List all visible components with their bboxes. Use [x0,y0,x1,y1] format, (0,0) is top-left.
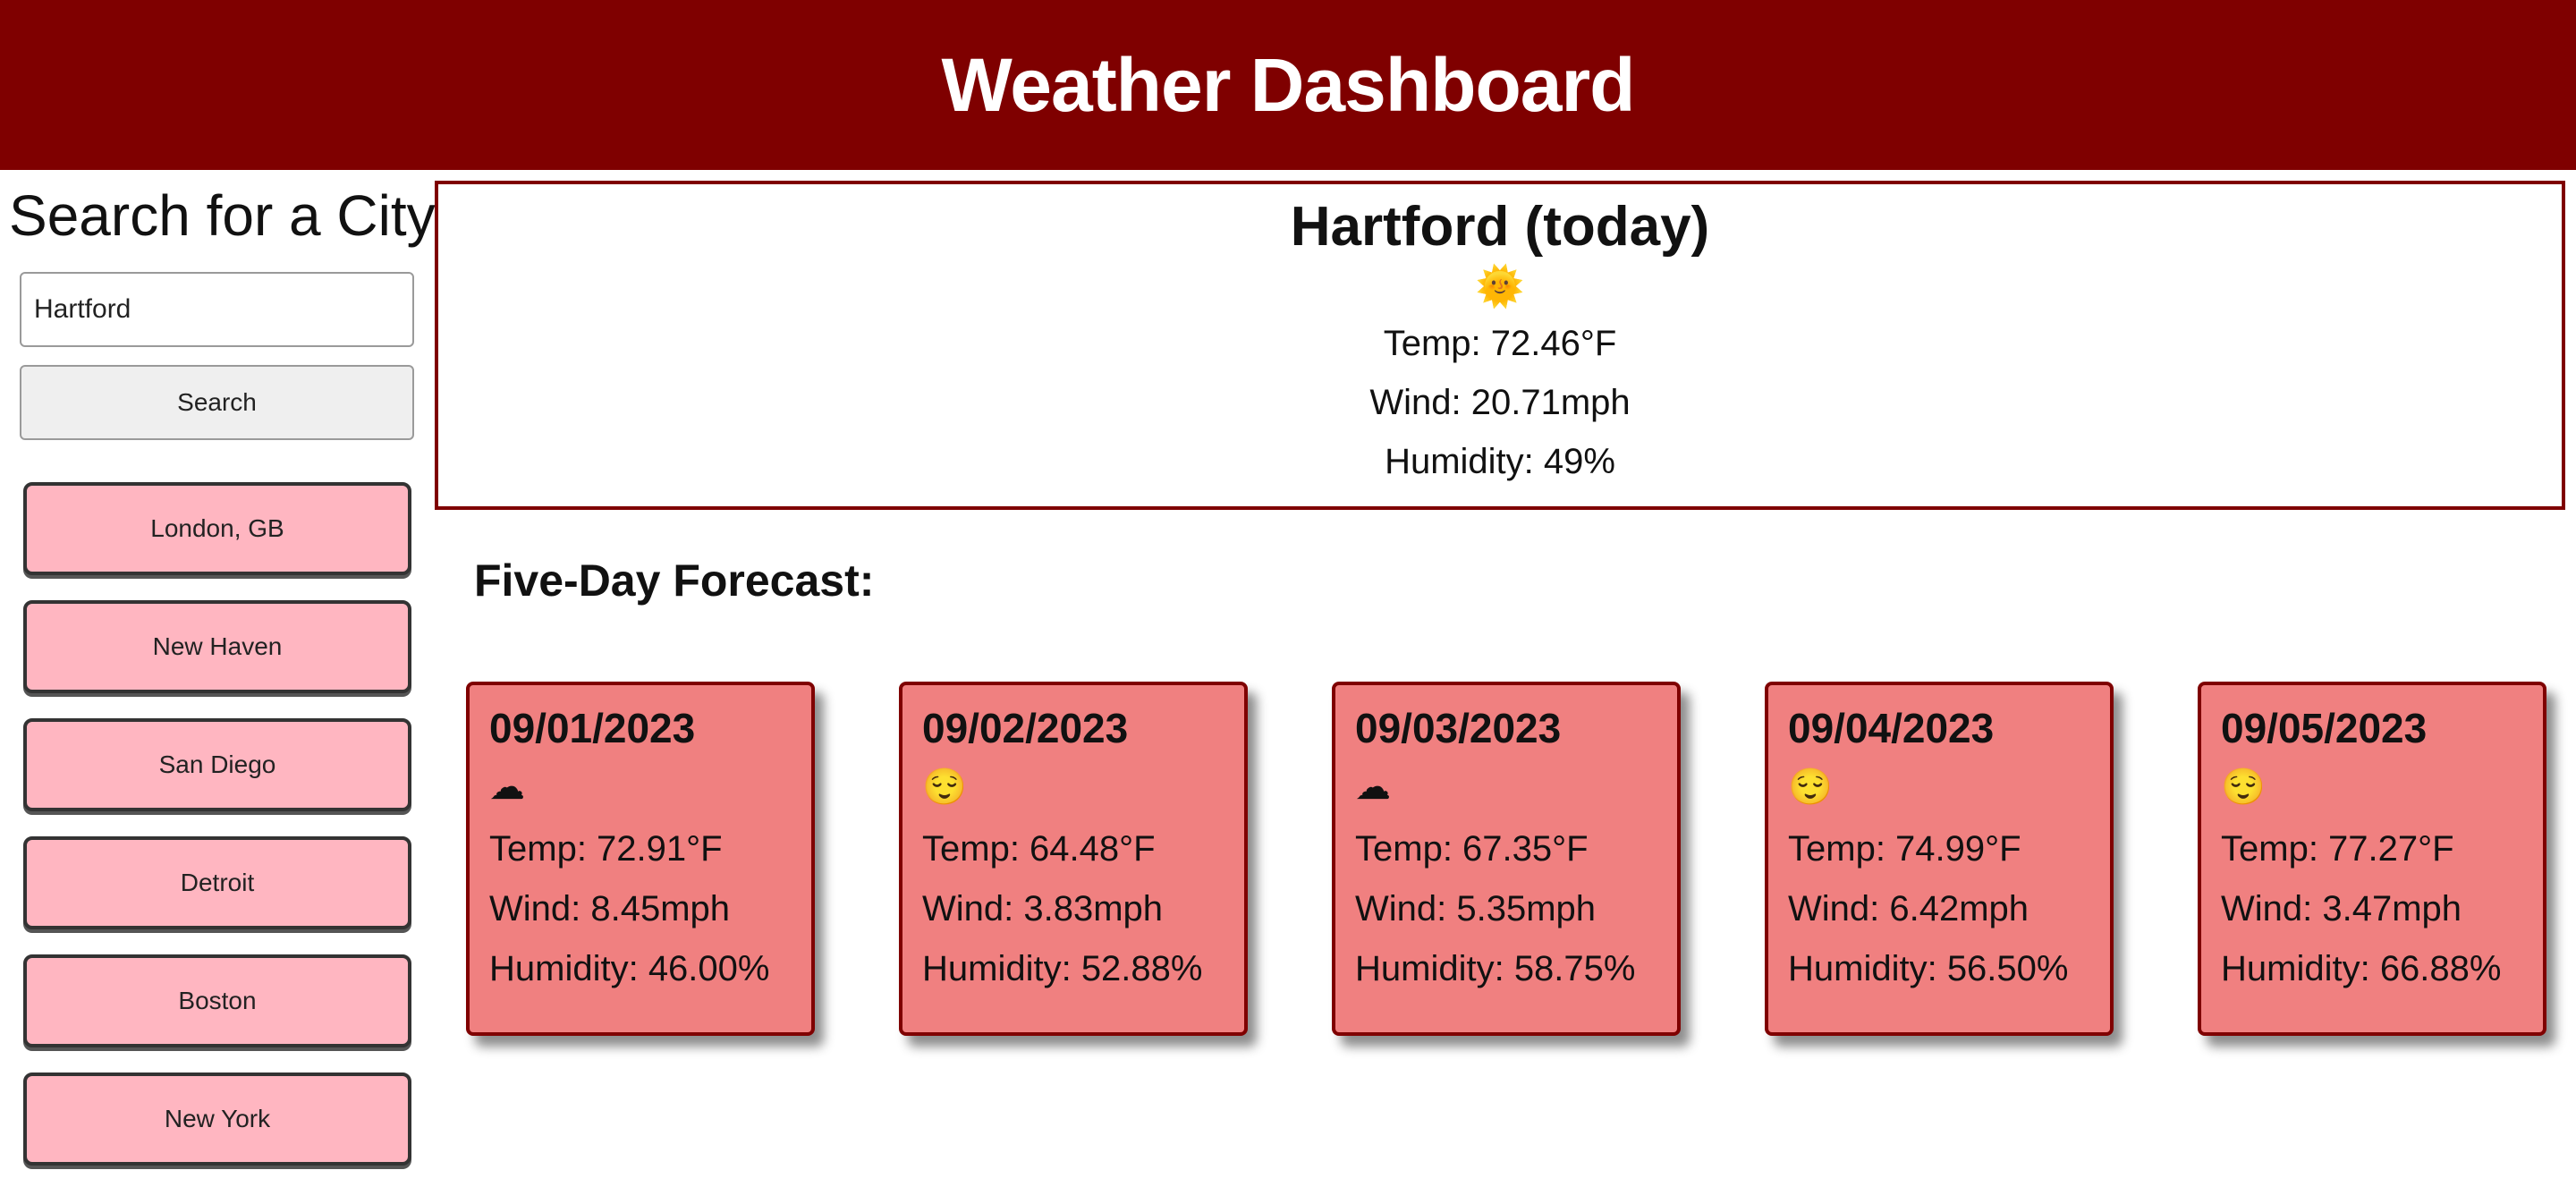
history-button-new-haven[interactable]: New Haven [23,600,411,693]
history-button-london[interactable]: London, GB [23,482,411,575]
forecast-temp: Temp: 67.35°F [1355,829,1589,869]
forecast-wind: Wind: 8.45mph [489,889,731,928]
forecast-date: 09/02/2023 [922,705,1129,751]
search-button[interactable]: Search [20,365,414,440]
forecast-humidity: Humidity: 52.88% [922,949,1203,988]
forecast-card: 09/02/2023 😌 Temp: 64.48°F Wind: 3.83mph… [899,682,1248,1036]
relieved-face-icon: 😌 [922,767,967,807]
history-button-new-york[interactable]: New York [23,1073,411,1166]
current-city-title: Hartford (today) [1290,196,1710,258]
current-wind: Wind: 20.71mph [1369,383,1631,422]
forecast-wind: Wind: 6.42mph [1788,889,2029,928]
forecast-date: 09/03/2023 [1355,705,1562,751]
history-button-boston[interactable]: Boston [23,954,411,1047]
forecast-heading: Five-Day Forecast: [474,555,875,606]
forecast-temp: Temp: 64.48°F [922,829,1156,869]
page-title: Weather Dashboard [941,42,1636,127]
forecast-temp: Temp: 74.99°F [1788,829,2021,869]
forecast-humidity: Humidity: 46.00% [489,949,770,988]
forecast-date: 09/04/2023 [1788,705,1995,751]
forecast-wind: Wind: 5.35mph [1355,889,1597,928]
sun-icon: 🌞 [1475,265,1525,309]
relieved-face-icon: 😌 [1788,767,1833,807]
forecast-date: 09/01/2023 [489,705,696,751]
forecast-wind: Wind: 3.47mph [2221,889,2462,928]
history-button-detroit[interactable]: Detroit [23,836,411,929]
forecast-humidity: Humidity: 66.88% [2221,949,2502,988]
forecast-card: 09/04/2023 😌 Temp: 74.99°F Wind: 6.42mph… [1765,682,2114,1036]
cloud-icon: ☁ [489,767,525,807]
forecast-card: 09/03/2023 ☁ Temp: 67.35°F Wind: 5.35mph… [1332,682,1681,1036]
relieved-face-icon: 😌 [2221,767,2266,807]
history-button-san-diego[interactable]: San Diego [23,718,411,811]
forecast-temp: Temp: 72.91°F [489,829,723,869]
forecast-temp: Temp: 77.27°F [2221,829,2454,869]
page-header: Weather Dashboard [0,0,2576,170]
forecast-card: 09/05/2023 😌 Temp: 77.27°F Wind: 3.47mph… [2198,682,2546,1036]
forecast-humidity: Humidity: 58.75% [1355,949,1636,988]
current-temp: Temp: 72.46°F [1383,324,1617,363]
search-sidebar: Search for a City: Search London, GB New… [0,170,451,1187]
current-weather-panel: Hartford (today) 🌞 Temp: 72.46°F Wind: 2… [435,181,2565,510]
forecast-wind: Wind: 3.83mph [922,889,1164,928]
city-search-input[interactable] [20,272,414,347]
search-heading: Search for a City: [9,183,452,248]
forecast-date: 09/05/2023 [2221,705,2428,751]
current-humidity: Humidity: 49% [1385,442,1615,481]
forecast-humidity: Humidity: 56.50% [1788,949,2069,988]
cloud-icon: ☁ [1355,767,1391,807]
forecast-card: 09/01/2023 ☁ Temp: 72.91°F Wind: 8.45mph… [466,682,815,1036]
